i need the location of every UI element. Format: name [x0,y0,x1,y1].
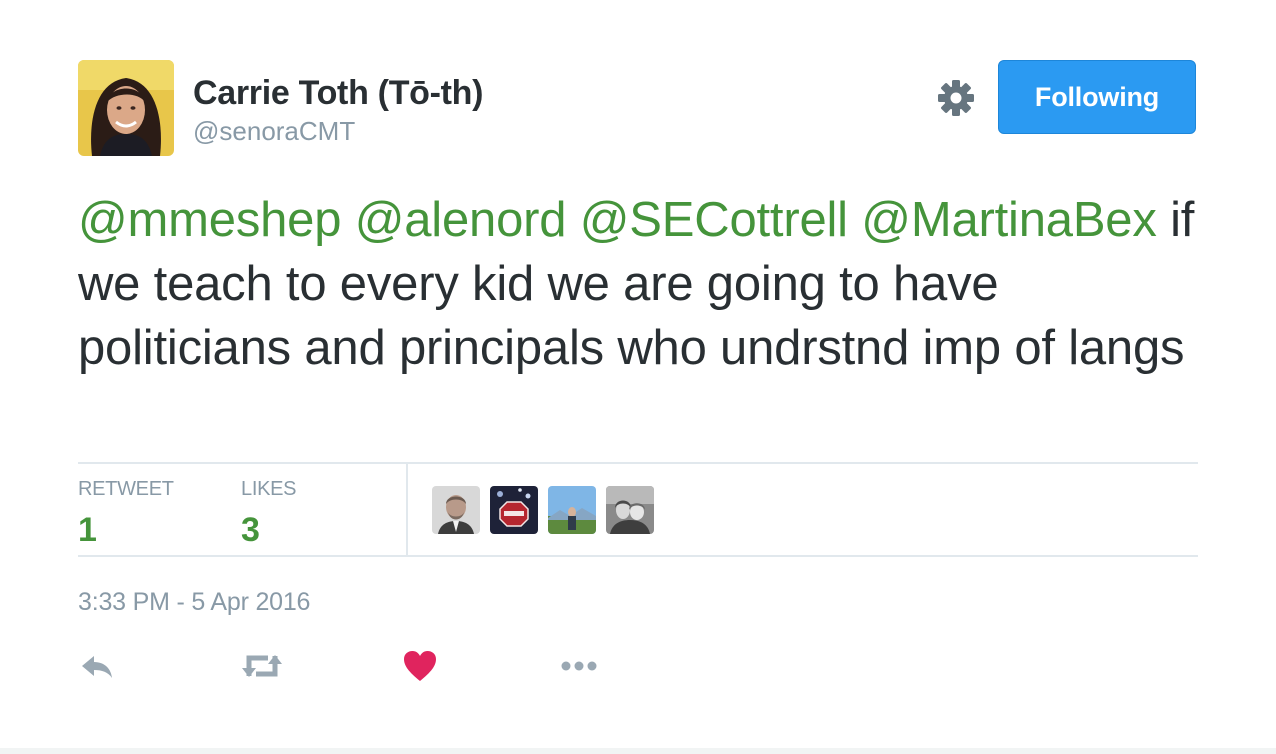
liker-avatars [432,486,654,534]
heart-icon[interactable] [402,648,438,684]
mention-link[interactable]: @mmeshep [78,193,341,247]
retweet-stat[interactable]: RETWEET 1 [78,478,174,550]
liker-avatar[interactable] [490,486,538,534]
mention-link[interactable]: @SECottrell [580,193,848,247]
display-name[interactable]: Carrie Toth (Tō-th) [193,74,483,113]
stats-bottom-divider [78,555,1198,557]
likes-stat-label: LIKES [241,478,297,500]
retweet-icon[interactable] [240,648,284,684]
more-icon[interactable] [558,648,602,684]
liker-avatar[interactable] [432,486,480,534]
retweet-count: 1 [78,511,97,549]
tweet-timestamp[interactable]: 3:33 PM - 5 Apr 2016 [78,588,310,617]
mention-link[interactable]: @MartinaBex [861,193,1157,247]
following-button[interactable]: Following [998,60,1196,134]
likes-stat[interactable]: LIKES 3 [241,478,297,550]
liker-avatar[interactable] [606,486,654,534]
reply-icon[interactable] [78,648,116,684]
gear-icon[interactable] [934,76,978,120]
user-handle[interactable]: @senoraCMT [193,116,355,147]
profile-avatar[interactable] [78,60,174,156]
stats-vertical-divider [406,464,408,556]
tweet-text: @mmeshep @alenord @SECottrell @MartinaBe… [78,188,1218,380]
mention-link[interactable]: @alenord [355,193,567,247]
retweet-stat-label: RETWEET [78,478,174,500]
stats-top-divider [78,462,1198,464]
tweet-card: Carrie Toth (Tō-th) @senoraCMT Following… [0,0,1276,754]
liker-avatar[interactable] [548,486,596,534]
bottom-border [0,748,1276,754]
likes-count: 3 [241,511,260,549]
